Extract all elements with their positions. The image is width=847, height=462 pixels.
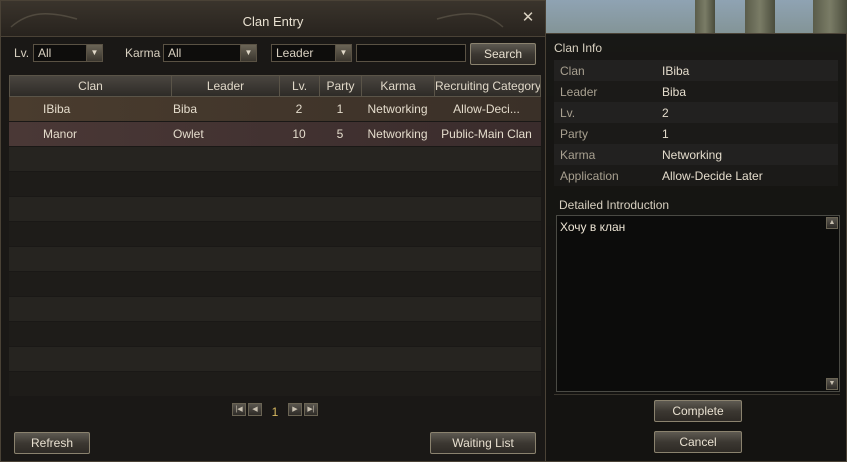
empty-row <box>9 272 541 297</box>
info-label: Karma <box>560 148 596 162</box>
info-label: Clan <box>560 64 585 78</box>
level-dropdown-value: All <box>38 46 52 60</box>
first-page-icon[interactable]: |◀ <box>232 403 246 416</box>
chevron-down-icon: ▼ <box>335 45 351 61</box>
detailed-introduction-label: Detailed Introduction <box>559 198 670 212</box>
info-value: Networking <box>662 148 723 162</box>
info-value: IBiba <box>662 64 690 78</box>
clan-table: Clan Leader Lv. Party Karma Recruiting C… <box>9 75 541 397</box>
column-header-recruiting-category[interactable]: Recruiting Category <box>435 76 540 96</box>
table-row[interactable]: Manor Owlet 10 5 Networking Public-Main … <box>9 122 541 147</box>
waiting-list-button[interactable]: Waiting List <box>430 432 536 454</box>
column-header-clan[interactable]: Clan <box>10 76 172 96</box>
cell-party: 1 <box>336 102 344 116</box>
chevron-down-icon: ▼ <box>86 45 102 61</box>
info-value: 2 <box>662 106 669 120</box>
page-number: 1 <box>271 405 279 419</box>
table-row[interactable]: IBiba Biba 2 1 Networking Allow-Deci... <box>9 97 541 122</box>
empty-row <box>9 322 541 347</box>
clan-entry-window: Clan Entry ✕ Lv. All ▼ Karma All ▼ Leade… <box>0 0 546 462</box>
info-value: Biba <box>662 85 687 99</box>
window-title: Clan Entry <box>242 14 304 29</box>
column-header-level[interactable]: Lv. <box>280 76 320 96</box>
info-row: Karma Networking <box>554 144 838 165</box>
info-label: Lv. <box>560 106 576 120</box>
empty-row <box>9 247 541 272</box>
introduction-text: Хочу в клан <box>560 220 626 234</box>
cell-category: Allow-Deci... <box>453 102 520 116</box>
introduction-textarea[interactable]: Хочу в клан ▲ ▼ <box>556 215 840 392</box>
info-row: Application Allow-Decide Later <box>554 165 838 186</box>
info-row: Party 1 <box>554 123 838 144</box>
cell-leader: Biba <box>173 102 198 116</box>
empty-row <box>9 197 541 222</box>
refresh-button[interactable]: Refresh <box>14 432 90 454</box>
info-value: 1 <box>662 127 669 141</box>
empty-row <box>9 222 541 247</box>
search-type-value: Leader <box>276 46 314 60</box>
clan-info-table: Clan IBiba Leader Biba Lv. 2 Party 1 Kar… <box>554 60 838 186</box>
cell-karma: Networking <box>367 102 428 116</box>
prev-page-icon[interactable]: ◀ <box>248 403 262 416</box>
info-row: Leader Biba <box>554 81 838 102</box>
empty-row <box>9 172 541 197</box>
empty-row <box>9 297 541 322</box>
cell-level: 10 <box>292 127 306 141</box>
empty-row <box>9 147 541 172</box>
info-row: Lv. 2 <box>554 102 838 123</box>
cell-karma: Networking <box>367 127 428 141</box>
info-label: Party <box>560 127 589 141</box>
level-dropdown[interactable]: All ▼ <box>33 44 103 62</box>
karma-dropdown-value: All <box>168 46 182 60</box>
info-row: Clan IBiba <box>554 60 838 81</box>
column-header-karma[interactable]: Karma <box>362 76 435 96</box>
cancel-button[interactable]: Cancel <box>654 431 742 453</box>
column-header-leader[interactable]: Leader <box>172 76 280 96</box>
complete-button[interactable]: Complete <box>654 400 742 422</box>
cell-category: Public-Main Clan <box>441 127 532 141</box>
cell-clan: Manor <box>43 127 78 141</box>
empty-row <box>9 347 541 372</box>
chevron-down-icon: ▼ <box>240 45 256 61</box>
karma-filter-label: Karma <box>125 46 161 60</box>
info-label: Leader <box>560 85 598 99</box>
table-header: Clan Leader Lv. Party Karma Recruiting C… <box>9 75 541 97</box>
info-value: Allow-Decide Later <box>662 169 763 183</box>
pagination: |◀ ◀ 1 ▶ ▶| <box>1 403 547 419</box>
search-button[interactable]: Search <box>470 43 536 65</box>
scroll-down-icon[interactable]: ▼ <box>826 378 838 390</box>
column-header-party[interactable]: Party <box>320 76 362 96</box>
close-icon[interactable]: ✕ <box>521 10 535 26</box>
cell-leader: Owlet <box>173 127 204 141</box>
title-bar[interactable]: Clan Entry ✕ <box>1 1 545 37</box>
empty-row <box>9 372 541 397</box>
clan-info-panel: Clan Info Clan IBiba Leader Biba Lv. 2 P… <box>545 33 847 462</box>
next-page-icon[interactable]: ▶ <box>288 403 302 416</box>
last-page-icon[interactable]: ▶| <box>304 403 318 416</box>
level-filter-label: Lv. <box>14 46 30 60</box>
cell-level: 2 <box>295 102 303 116</box>
clan-info-title: Clan Info <box>554 41 603 55</box>
karma-dropdown[interactable]: All ▼ <box>163 44 257 62</box>
cell-party: 5 <box>336 127 344 141</box>
cell-clan: IBiba <box>43 102 71 116</box>
info-label: Application <box>560 169 619 183</box>
scroll-up-icon[interactable]: ▲ <box>826 217 838 229</box>
search-input[interactable] <box>356 44 466 62</box>
filter-bar: Lv. All ▼ Karma All ▼ Leader ▼ Search <box>1 41 545 65</box>
search-type-dropdown[interactable]: Leader ▼ <box>271 44 352 62</box>
